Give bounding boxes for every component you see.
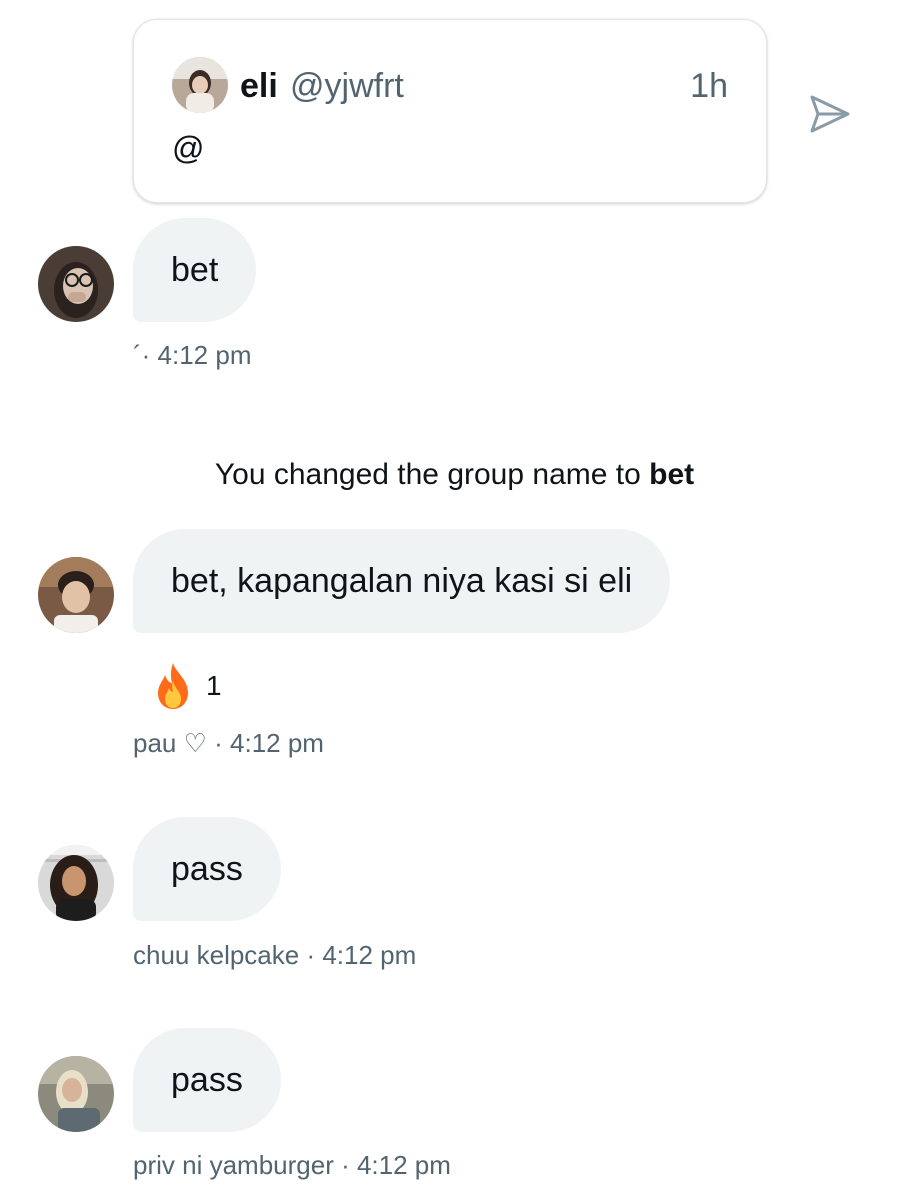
quoted-tweet-time: 1h [690,67,728,105]
sender-avatar[interactable] [38,557,114,633]
reaction-count: 1 [206,670,222,701]
reaction-pill[interactable]: 1 [150,660,222,712]
quoted-tweet-card[interactable]: eli @yjwfrt 1h @ [133,19,767,203]
quoted-tweet-name[interactable]: eli [240,66,278,106]
message-bubble[interactable]: pass [133,1028,281,1132]
message-meta: chuu kelpcake · 4:12 pm [133,940,417,970]
quoted-tweet-handle[interactable]: @yjwfrt [290,66,404,106]
group-name: bet [649,458,695,491]
message-bubble[interactable]: pass [133,817,281,921]
sender-avatar[interactable] [38,1056,114,1132]
sender-avatar[interactable] [38,246,114,322]
send-icon[interactable] [806,90,854,138]
message-meta: pau ♡ · 4:12 pm [133,728,324,758]
message-meta: priv ni yamburger · 4:12 pm [133,1150,451,1180]
fire-emoji [158,663,188,709]
quoted-tweet-avatar[interactable] [172,57,228,113]
system-message: You changed the group name to bet [0,456,909,494]
message-bubble[interactable]: bet [133,218,257,322]
message-meta: ´· 4:12 pm [133,340,252,370]
quoted-tweet-text: @ [172,130,205,166]
message-bubble[interactable]: bet, kapangalan niya kasi si eli [133,529,671,633]
system-message-text: You changed the group name to [214,458,650,491]
sender-avatar[interactable] [38,845,114,921]
